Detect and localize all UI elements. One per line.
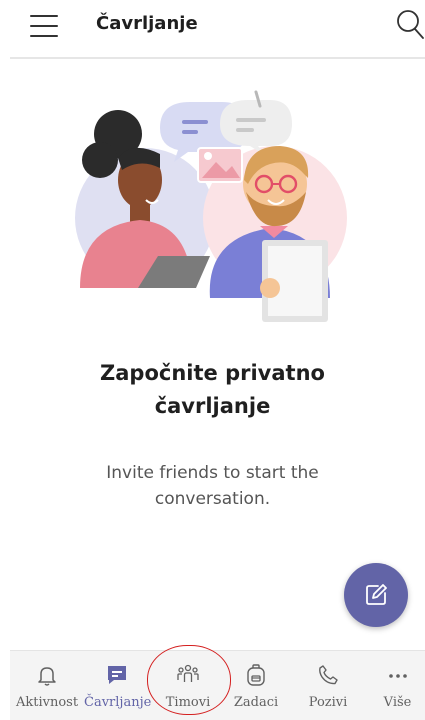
nav-label-assignments: Zadaci: [233, 695, 279, 710]
phone-icon: [319, 665, 338, 685]
hamburger-icon[interactable]: [30, 15, 58, 37]
empty-state-subtitle-line1: Invite friends to start the: [106, 463, 319, 483]
empty-state-title-line2: čavrljanje: [154, 394, 271, 418]
nav-label-calls: Pozivi: [308, 695, 348, 710]
nav-label-activity: Aktivnost: [15, 695, 79, 710]
bottom-nav: Aktivnost Čavrljanje Timovi Zadaci Poziv…: [10, 650, 425, 720]
empty-state-illustration: [75, 90, 347, 322]
nav-item-more[interactable]: Više: [370, 651, 425, 720]
empty-state-title: Započnite privatno čavrljanje: [0, 357, 425, 423]
nav-item-calls[interactable]: Pozivi: [294, 651, 362, 720]
bell-icon: [38, 667, 56, 686]
nav-item-assignments[interactable]: Zadaci: [222, 651, 290, 720]
nav-item-teams[interactable]: Timovi: [156, 651, 220, 720]
app-header: Čavrljanje: [0, 0, 425, 56]
header-divider: [10, 57, 425, 59]
nav-label-chat: Čavrljanje: [84, 695, 152, 710]
page-title: Čavrljanje: [96, 13, 198, 34]
new-chat-button[interactable]: [344, 563, 408, 627]
more-icon: [388, 674, 407, 678]
empty-state-subtitle: Invite friends to start the conversation…: [0, 460, 425, 512]
chat-icon: [108, 666, 126, 684]
nav-item-activity[interactable]: Aktivnost: [10, 651, 84, 720]
nav-label-teams: Timovi: [165, 695, 211, 710]
nav-label-more: Više: [383, 695, 412, 710]
empty-state-title-line1: Započnite privatno: [100, 361, 325, 385]
backpack-icon: [247, 664, 265, 686]
compose-icon: [366, 584, 387, 605]
search-icon[interactable]: [396, 8, 424, 40]
teams-icon: [177, 664, 199, 682]
nav-item-chat[interactable]: Čavrljanje: [84, 651, 152, 720]
empty-state-subtitle-line2: conversation.: [154, 489, 271, 509]
